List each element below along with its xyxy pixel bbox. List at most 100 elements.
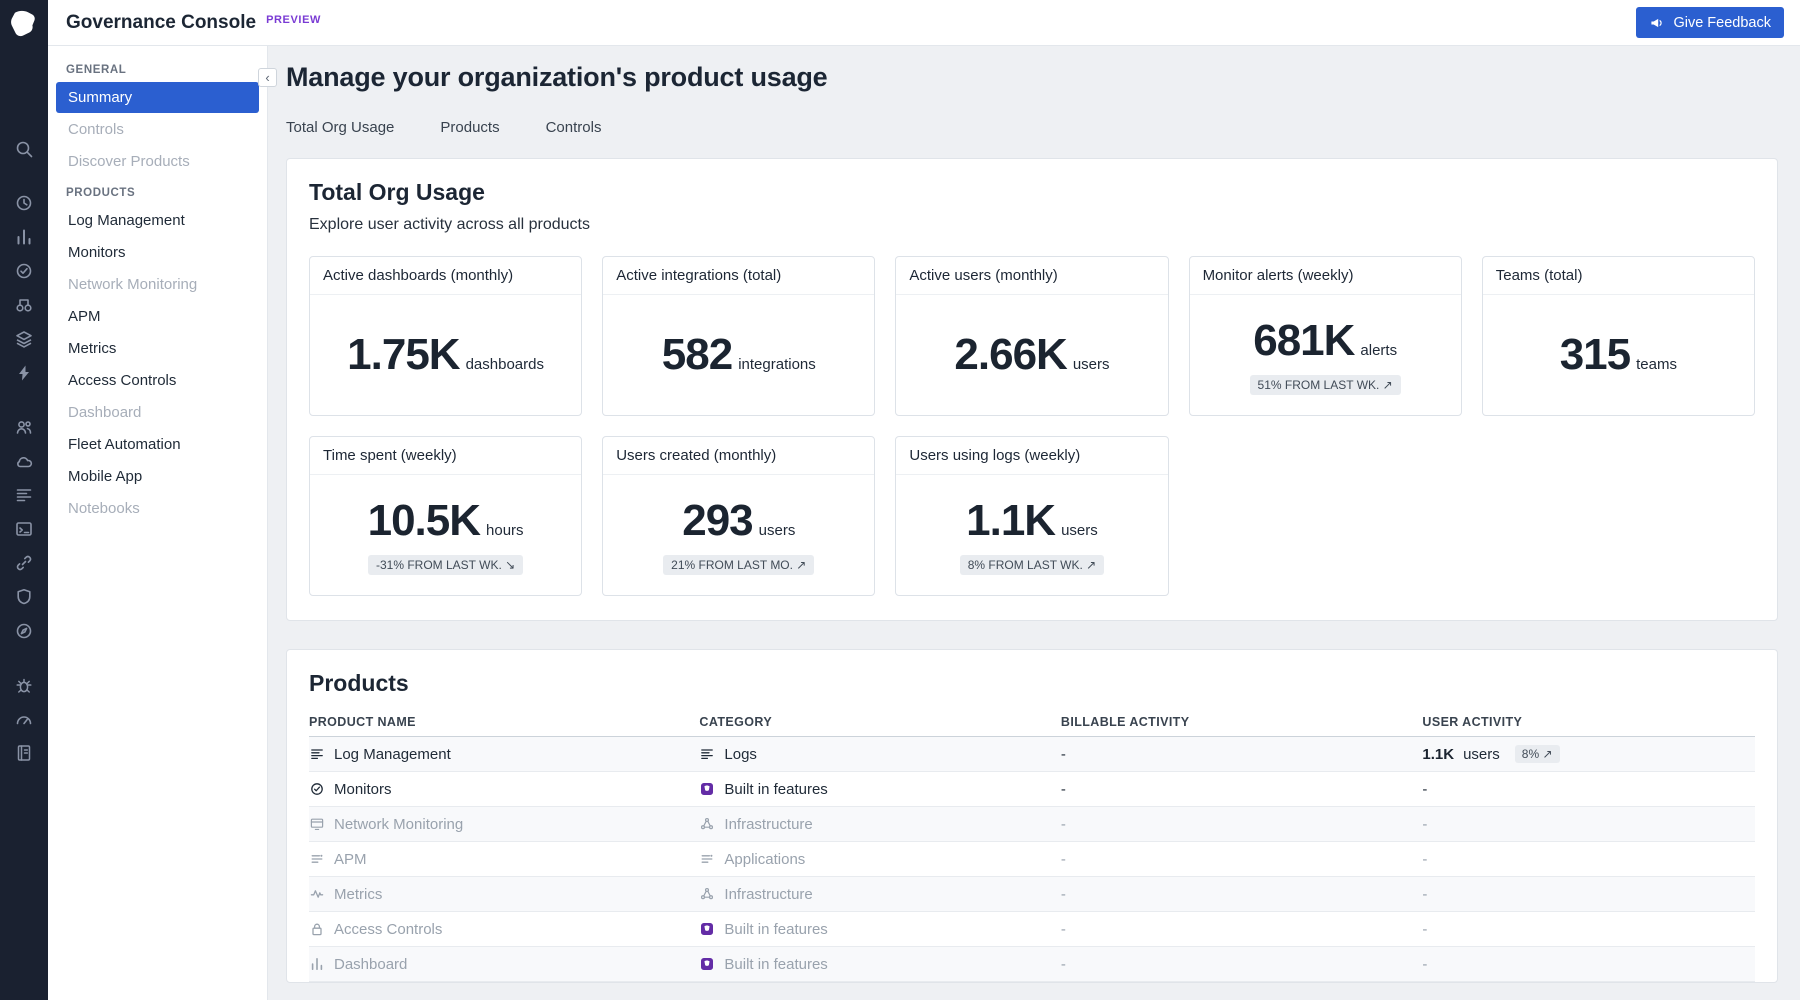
usage-card-title: Total Org Usage: [309, 179, 1755, 206]
products-card-title: Products: [309, 670, 1755, 697]
sidebar-item-discover-products[interactable]: Discover Products: [56, 146, 259, 177]
sidebar-item-monitors[interactable]: Monitors: [56, 237, 259, 268]
table-row-access-controls[interactable]: Access Controls Built in features - -: [309, 912, 1755, 947]
stat-card-active-dashboards: Active dashboards (monthly) 1.75K dashbo…: [309, 256, 582, 416]
sidebar-collapse-button[interactable]: ‹: [258, 68, 277, 87]
category-name: Built in features: [724, 781, 827, 798]
stat-card-active-integrations: Active integrations (total) 582 integrat…: [602, 256, 875, 416]
stat-label: Active users (monthly): [896, 257, 1167, 295]
product-name: Monitors: [334, 781, 392, 798]
nav-link-total-org-usage[interactable]: Total Org Usage: [286, 119, 394, 136]
table-row-monitors[interactable]: Monitors Built in features - -: [309, 772, 1755, 807]
table-row-dashboard[interactable]: Dashboard Built in features - -: [309, 947, 1755, 982]
stat-unit: dashboards: [466, 356, 544, 373]
integrations-icon[interactable]: [14, 329, 34, 349]
stat-value: 582: [662, 330, 732, 380]
infrastructure-icon: [699, 886, 715, 902]
user-activity: -: [1422, 781, 1755, 798]
synthetics-icon[interactable]: [14, 621, 34, 641]
category-name: Built in features: [724, 956, 827, 973]
stat-trend-badge: -31% FROM LAST WK. ↘: [368, 555, 523, 575]
stat-card-grid: Active dashboards (monthly) 1.75K dashbo…: [309, 256, 1755, 596]
stat-label: Users created (monthly): [603, 437, 874, 475]
stat-label: Teams (total): [1483, 257, 1754, 295]
user-activity: -: [1422, 921, 1755, 938]
sidebar-item-notebooks[interactable]: Notebooks: [56, 493, 259, 524]
metrics-icon[interactable]: [14, 227, 34, 247]
table-row-apm[interactable]: APM Applications - -: [309, 842, 1755, 877]
cloud-icon[interactable]: [14, 451, 34, 471]
sidebar-item-network-monitoring[interactable]: Network Monitoring: [56, 269, 259, 300]
stat-value: 1.1K: [966, 496, 1055, 546]
user-activity-trend-badge: 8% ↗: [1515, 745, 1560, 763]
stat-card-time-spent: Time spent (weekly) 10.5K hours -31% FRO…: [309, 436, 582, 596]
stat-unit: users: [759, 522, 796, 539]
search-icon[interactable]: [14, 139, 34, 159]
column-category: CATEGORY: [699, 715, 1061, 729]
table-row-metrics[interactable]: Metrics Infrastructure - -: [309, 877, 1755, 912]
stat-card-active-users: Active users (monthly) 2.66K users: [895, 256, 1168, 416]
security-icon[interactable]: [14, 587, 34, 607]
sidebar-item-apm[interactable]: APM: [56, 301, 259, 332]
stat-value: 315: [1560, 330, 1630, 380]
nav-link-products[interactable]: Products: [440, 119, 499, 136]
governance-console-app: Governance Console PREVIEW Give Feedback…: [0, 0, 1800, 1000]
column-product-name: PRODUCT NAME: [309, 715, 699, 729]
error-tracking-icon[interactable]: [14, 675, 34, 695]
nav-link-controls[interactable]: Controls: [546, 119, 602, 136]
category-name: Infrastructure: [724, 816, 812, 833]
monitors-icon[interactable]: [14, 261, 34, 281]
product-name: Metrics: [334, 886, 382, 903]
stat-value: 293: [682, 496, 752, 546]
sidebar-item-dashboard[interactable]: Dashboard: [56, 397, 259, 428]
history-icon[interactable]: [14, 193, 34, 213]
logs-icon[interactable]: [14, 485, 34, 505]
sidebar-item-mobile-app[interactable]: Mobile App: [56, 461, 259, 492]
quick-actions-icon[interactable]: [14, 363, 34, 383]
billable-activity: -: [1061, 921, 1423, 938]
bar-chart-icon: [309, 956, 325, 972]
organization-icon[interactable]: [14, 417, 34, 437]
lock-icon: [309, 921, 325, 937]
performance-icon[interactable]: [14, 709, 34, 729]
sidebar-section-general: GENERAL: [66, 64, 249, 76]
product-name: APM: [334, 851, 367, 868]
ci-cd-icon[interactable]: [14, 519, 34, 539]
stat-value: 10.5K: [368, 496, 480, 546]
sidebar-item-access-controls[interactable]: Access Controls: [56, 365, 259, 396]
user-activity: -: [1422, 956, 1755, 973]
stat-card-users-created: Users created (monthly) 293 users 21% FR…: [602, 436, 875, 596]
notebooks-icon[interactable]: [14, 743, 34, 763]
sidebar-item-summary[interactable]: Summary: [56, 82, 259, 113]
sidebar-item-fleet-automation[interactable]: Fleet Automation: [56, 429, 259, 460]
product-name: Dashboard: [334, 956, 407, 973]
stat-unit: integrations: [738, 356, 816, 373]
category-name: Built in features: [724, 921, 827, 938]
stat-unit: alerts: [1360, 342, 1397, 359]
datadog-logo-icon[interactable]: [8, 8, 40, 40]
watchdog-icon[interactable]: [14, 295, 34, 315]
infrastructure-icon: [699, 816, 715, 832]
datadog-purple-icon: [699, 781, 715, 797]
stat-trend-badge: 21% FROM LAST MO. ↗: [663, 555, 814, 575]
usage-card-subtitle: Explore user activity across all product…: [309, 216, 1755, 234]
app-title: Governance Console: [66, 12, 256, 34]
user-activity: -: [1422, 816, 1755, 833]
stat-label: Time spent (weekly): [310, 437, 581, 475]
stat-value: 681K: [1253, 316, 1354, 366]
give-feedback-button[interactable]: Give Feedback: [1636, 7, 1784, 38]
sidebar: ‹ GENERAL Summary Controls Discover Prod…: [48, 46, 268, 1000]
megaphone-icon: [1649, 15, 1665, 31]
table-row-network-monitoring[interactable]: Network Monitoring Infrastructure - -: [309, 807, 1755, 842]
sidebar-item-metrics[interactable]: Metrics: [56, 333, 259, 364]
service-links-icon[interactable]: [14, 553, 34, 573]
sidebar-section-products: PRODUCTS: [66, 187, 249, 199]
billable-activity: -: [1061, 886, 1423, 903]
stat-card-monitor-alerts: Monitor alerts (weekly) 681K alerts 51% …: [1189, 256, 1462, 416]
sidebar-item-controls[interactable]: Controls: [56, 114, 259, 145]
billable-activity: -: [1061, 746, 1423, 763]
category-name: Infrastructure: [724, 886, 812, 903]
column-user-activity: USER ACTIVITY: [1422, 715, 1755, 729]
sidebar-item-log-management[interactable]: Log Management: [56, 205, 259, 236]
table-row-log-management[interactable]: Log Management Logs - 1.1K users 8% ↗: [309, 737, 1755, 772]
